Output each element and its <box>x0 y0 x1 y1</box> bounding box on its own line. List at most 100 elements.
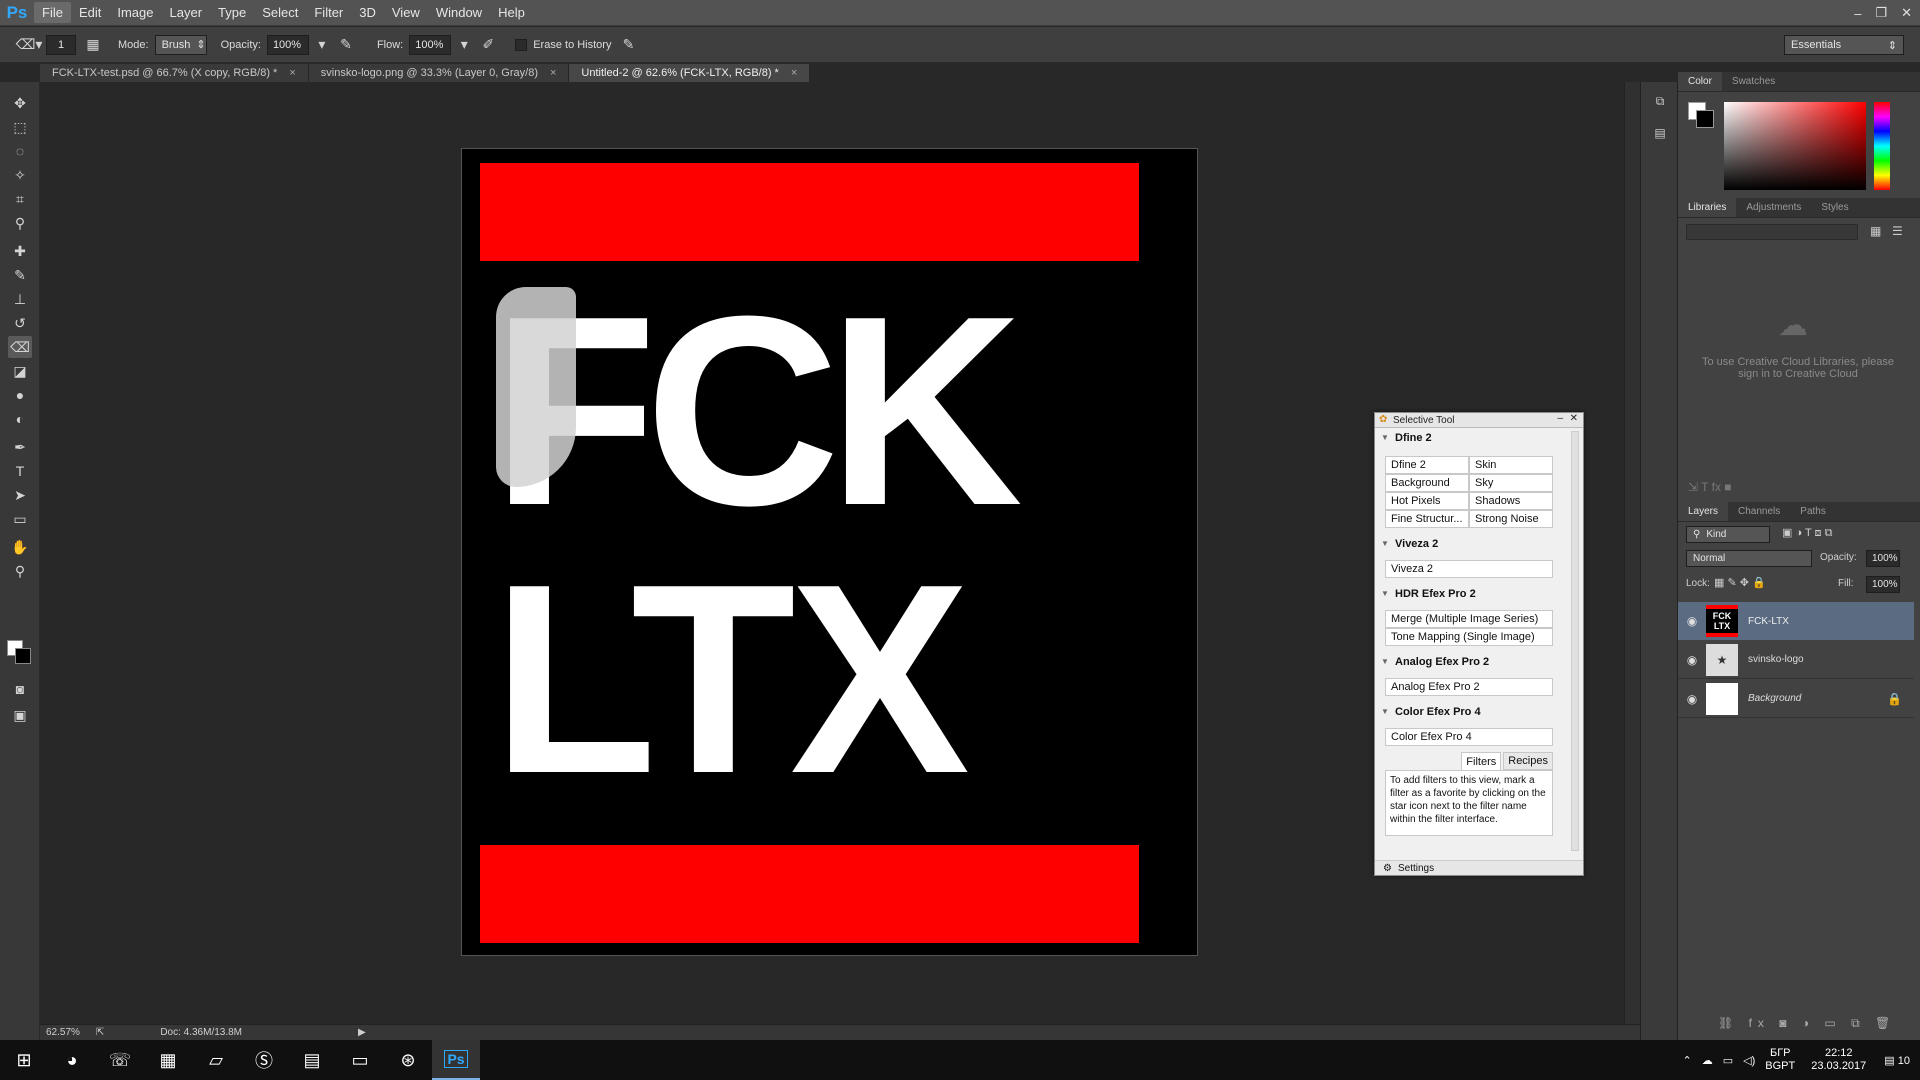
close-button[interactable]: ✕ <box>1901 5 1912 21</box>
close-icon[interactable]: × <box>791 67 797 79</box>
path-select-tool-icon[interactable]: ➤ <box>8 484 32 506</box>
clone-stamp-tool-icon[interactable]: ⊥ <box>8 288 32 310</box>
layer-filter-kind[interactable]: ⚲ Kind <box>1686 526 1770 543</box>
menu-3d[interactable]: 3D <box>351 2 384 23</box>
section-color-efex-pro-4[interactable]: Color Efex Pro 4 <box>1375 704 1583 720</box>
document-canvas[interactable]: FCK LTX <box>461 148 1198 956</box>
lock-icons[interactable]: ▦ ✎ ✥ 🔒 <box>1714 576 1766 589</box>
brush-panel-icon[interactable]: ▦ <box>82 34 104 56</box>
chrome-icon[interactable]: ◕ <box>48 1040 96 1080</box>
quick-mask-icon[interactable]: ◙ <box>8 678 32 700</box>
notification-icon[interactable]: ▤ 10 <box>1884 1054 1910 1067</box>
list-view-icon[interactable]: ☰ <box>1892 224 1903 238</box>
grid-view-icon[interactable]: ▦ <box>1870 224 1881 238</box>
merge-button[interactable]: Merge (Multiple Image Series) <box>1385 610 1553 628</box>
pressure-size-icon[interactable]: ✎ <box>617 34 639 56</box>
healing-brush-tool-icon[interactable]: ✚ <box>8 240 32 262</box>
opacity-field[interactable]: 100% <box>266 34 309 55</box>
tab-svinsko-logo[interactable]: svinsko-logo.png @ 33.3% (Layer 0, Gray/… <box>308 64 570 82</box>
workspace-dropdown[interactable]: Essentials ⇕ <box>1784 35 1904 55</box>
visibility-eye-icon[interactable]: ◉ <box>1678 692 1706 706</box>
layer-row[interactable]: ◉ FCK LTX FCK-LTX <box>1678 602 1914 640</box>
menu-view[interactable]: View <box>384 2 428 23</box>
minimize-icon[interactable]: – <box>1557 413 1563 424</box>
section-viveza-2[interactable]: Viveza 2 <box>1375 536 1583 552</box>
selective-tool-titlebar[interactable]: ✿ Selective Tool – ✕ <box>1375 413 1583 428</box>
menu-select[interactable]: Select <box>254 2 306 23</box>
tab-channels[interactable]: Channels <box>1728 502 1790 521</box>
restore-button[interactable]: ❐ <box>1875 5 1887 21</box>
rectangle-tool-icon[interactable]: ▭ <box>8 508 32 530</box>
network-icon[interactable]: ▭ <box>1723 1054 1733 1067</box>
selective-scrollbar[interactable] <box>1571 431 1579 851</box>
onedrive-icon[interactable]: ☁ <box>1702 1054 1713 1067</box>
skype-icon[interactable]: Ⓢ <box>240 1040 288 1080</box>
tab-libraries[interactable]: Libraries <box>1678 198 1737 217</box>
bg-color-chip[interactable] <box>1696 110 1714 128</box>
calculator-icon[interactable]: ▦ <box>144 1040 192 1080</box>
erase-to-history-checkbox[interactable] <box>515 38 528 51</box>
sky-button[interactable]: Sky <box>1469 474 1553 492</box>
fill-field[interactable]: 100% <box>1866 576 1900 593</box>
visibility-eye-icon[interactable]: ◉ <box>1678 653 1706 667</box>
clock[interactable]: 22:12 23.03.2017 <box>1811 1047 1866 1073</box>
close-icon[interactable]: × <box>289 67 295 79</box>
layers-footer-icons[interactable]: ⛓ fx ◙ ◑ ▭ ⧉ 🗑 <box>1718 1016 1896 1031</box>
layer-filter-icons[interactable]: ▣ ◑ T ⧈ ⧉ <box>1782 526 1832 540</box>
layer-row[interactable]: ◉ ★ svinsko-logo <box>1678 641 1914 679</box>
tab-untitled-2[interactable]: Untitled-2 @ 62.6% (FCK-LTX, RGB/8) * × <box>569 64 811 82</box>
eraser-tool-icon[interactable]: ⌫ <box>8 336 32 358</box>
flow-field[interactable]: 100% <box>409 34 452 55</box>
menu-layer[interactable]: Layer <box>162 2 211 23</box>
eyedropper-tool-icon[interactable]: ⚲ <box>8 212 32 234</box>
menu-file[interactable]: File <box>34 2 71 23</box>
menu-type[interactable]: Type <box>210 2 254 23</box>
menu-image[interactable]: Image <box>109 2 161 23</box>
menu-filter[interactable]: Filter <box>306 2 351 23</box>
color-field[interactable] <box>1724 102 1866 190</box>
type-tool-icon[interactable]: T <box>8 460 32 482</box>
tray-chevron-icon[interactable]: ⌃ <box>1683 1054 1692 1067</box>
menu-window[interactable]: Window <box>428 2 490 23</box>
dfine-2-button[interactable]: Dfine 2 <box>1385 456 1469 474</box>
dodge-tool-icon[interactable]: ◐ <box>8 408 32 430</box>
crop-tool-icon[interactable]: ⌗ <box>8 188 32 210</box>
airbrush-icon[interactable]: ✐ <box>477 34 499 56</box>
section-hdr-efex-pro-2[interactable]: HDR Efex Pro 2 <box>1375 586 1583 602</box>
close-icon[interactable]: × <box>550 67 556 79</box>
menu-edit[interactable]: Edit <box>71 2 109 23</box>
steam-icon[interactable]: ⊛ <box>384 1040 432 1080</box>
eraser-preset-icon[interactable]: ⌫▾ <box>16 34 43 56</box>
pressure-opacity-icon[interactable]: ✎ <box>335 34 357 56</box>
viber-icon[interactable]: ☏ <box>96 1040 144 1080</box>
strong-noise-button[interactable]: Strong Noise <box>1469 510 1553 528</box>
volume-icon[interactable]: ◁) <box>1743 1054 1755 1067</box>
status-menu-arrow-icon[interactable]: ▶ <box>358 1027 366 1038</box>
close-icon[interactable]: ✕ <box>1570 413 1578 424</box>
tab-styles[interactable]: Styles <box>1811 198 1858 217</box>
history-panel-icon[interactable]: ⧉ <box>1649 90 1671 112</box>
section-dfine-2[interactable]: Dfine 2 <box>1375 430 1583 446</box>
quick-select-tool-icon[interactable]: ✧ <box>8 164 32 186</box>
tab-filters[interactable]: Filters <box>1461 752 1502 770</box>
settings-bar[interactable]: ⚙ Settings <box>1375 860 1583 875</box>
visibility-eye-icon[interactable]: ◉ <box>1678 614 1706 628</box>
menu-help[interactable]: Help <box>490 2 533 23</box>
fine-structures-button[interactable]: Fine Structur... <box>1385 510 1469 528</box>
tab-layers[interactable]: Layers <box>1678 502 1729 521</box>
notes-icon[interactable]: ▱ <box>192 1040 240 1080</box>
pen-tool-icon[interactable]: ✒ <box>8 436 32 458</box>
opacity-dropdown-icon[interactable]: ▾ <box>315 34 329 56</box>
history-brush-tool-icon[interactable]: ↺ <box>8 312 32 334</box>
brush-size-field[interactable]: 1 <box>46 34 76 55</box>
library-dropdown[interactable] <box>1686 224 1858 240</box>
language-indicator[interactable]: БГР BGPT <box>1765 1047 1795 1073</box>
section-analog-efex-pro-2[interactable]: Analog Efex Pro 2 <box>1375 654 1583 670</box>
layer-row[interactable]: ◉ Background 🔒 <box>1678 680 1914 718</box>
minimize-button[interactable]: – <box>1854 6 1861 21</box>
layer-opacity-field[interactable]: 100% <box>1866 550 1900 567</box>
tab-recipes[interactable]: Recipes <box>1503 752 1553 770</box>
tab-paths[interactable]: Paths <box>1790 502 1836 521</box>
export-icon[interactable]: ⇱ <box>96 1027 104 1038</box>
file-explorer-icon[interactable]: ▭ <box>336 1040 384 1080</box>
